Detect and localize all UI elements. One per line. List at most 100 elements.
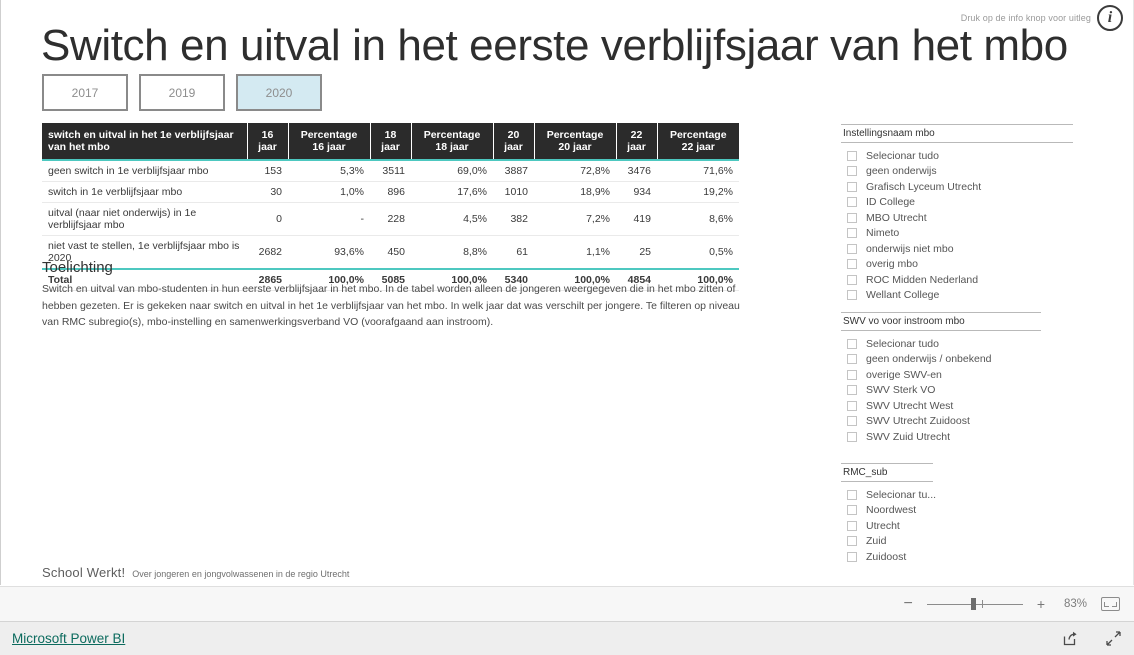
checkbox-icon[interactable] [847,505,857,516]
slicer-item[interactable]: Grafisch Lyceum Utrecht [841,179,1073,195]
checkbox-icon[interactable] [847,228,857,239]
checkbox-icon[interactable] [847,354,857,365]
cell-value: 69,0% [411,160,493,182]
checkbox-icon[interactable] [847,400,857,411]
checkbox-icon[interactable] [847,150,857,161]
slicer-item[interactable]: SWV Zuid Utrecht [841,429,1041,445]
slicer-rmc-sub: RMC_sub Selecionar tu... Noordwest Utrec… [841,463,936,565]
slicer-item[interactable]: overig mbo [841,257,1073,273]
cell-value: 3476 [616,160,657,182]
cell-value: 0,5% [657,235,739,270]
zoom-slider[interactable] [926,597,1023,611]
checkbox-icon[interactable] [847,197,857,208]
slicer-item-label: Utrecht [866,519,900,532]
checkbox-icon[interactable] [847,181,857,192]
slicer-item[interactable]: Selecionar tu... [841,487,936,503]
slicer-item[interactable]: geen onderwijs [841,164,1073,180]
year-button-2019[interactable]: 2019 [139,74,225,111]
slicer-item-label: SWV Zuid Utrecht [866,430,951,443]
table-row[interactable]: switch in 1e verblijfsjaar mbo 30 1,0% 8… [42,181,739,203]
fullscreen-expand-icon[interactable] [1105,630,1122,647]
checkbox-icon[interactable] [847,243,857,254]
slicer-item[interactable]: SWV Utrecht Zuidoost [841,414,1041,430]
column-header-16jaar[interactable]: 16 jaar [247,123,289,160]
powerbi-link[interactable]: Microsoft Power BI [12,631,125,646]
cell-value: 153 [247,160,288,182]
checkbox-icon[interactable] [847,489,857,500]
year-button-label: 2019 [168,85,196,100]
slicer-item[interactable]: Selecionar tudo [841,336,1041,352]
checkbox-icon[interactable] [847,212,857,223]
cell-value: 4,5% [411,202,493,236]
checkbox-icon[interactable] [847,166,857,177]
checkbox-icon[interactable] [847,431,857,442]
matrix-table: switch en uitval in het 1e verblijfsjaar… [42,123,739,291]
column-header-22jaar[interactable]: 22 jaar [616,123,658,160]
checkbox-icon[interactable] [847,520,857,531]
column-header-measure[interactable]: switch en uitval in het 1e verblijfsjaar… [42,123,248,160]
slicer-header[interactable]: SWV vo voor instroom mbo [841,312,1041,331]
year-button-2020[interactable]: 2020 [236,74,322,111]
slicer-item[interactable]: ROC Midden Nederland [841,272,1073,288]
table-row[interactable]: uitval (naar niet onderwijs) in 1e verbl… [42,202,739,236]
checkbox-icon[interactable] [847,290,857,301]
checkbox-icon[interactable] [847,338,857,349]
column-header-pct22jaar[interactable]: Percentage 22 jaar [657,123,739,160]
cell-value: 934 [616,181,657,203]
slicer-item-label: Noordwest [866,504,917,517]
cell-value: 93,6% [288,235,370,270]
slicer-item[interactable]: onderwijs niet mbo [841,241,1073,257]
slicer-item-label: Selecionar tudo [866,149,939,162]
slicer-item[interactable]: Wellant College [841,288,1073,304]
checkbox-icon[interactable] [847,274,857,285]
cell-value: 71,6% [657,160,739,182]
checkbox-icon[interactable] [847,369,857,380]
fit-to-page-icon[interactable] [1101,597,1120,611]
slicer-item-label: ID College [866,196,916,209]
column-header-18jaar[interactable]: 18 jaar [370,123,412,160]
cell-value: 72,8% [534,160,616,182]
checkbox-icon[interactable] [847,385,857,396]
zoom-level-label: 83% [1063,598,1087,610]
slicer-item[interactable]: ID College [841,195,1073,211]
cell-value: 3511 [370,160,411,182]
zoom-slider-thumb[interactable] [970,598,976,610]
slicer-header[interactable]: Instellingsnaam mbo [841,124,1073,143]
share-icon[interactable] [1062,630,1079,647]
slicer-item[interactable]: SWV Utrecht West [841,398,1041,414]
slicer-item[interactable]: overige SWV-en [841,367,1041,383]
column-header-pct16jaar[interactable]: Percentage 16 jaar [288,123,371,160]
zoom-out-button[interactable]: − [903,596,912,612]
report-canvas: Druk op de info knop voor uitleg i Switc… [0,0,1134,585]
slicer-item[interactable]: Zuidoost [841,549,933,565]
slicer-item[interactable]: SWV Sterk VO [841,383,1041,399]
checkbox-icon[interactable] [847,259,857,270]
checkbox-icon[interactable] [847,416,857,427]
slicer-item[interactable]: Noordwest [841,503,933,519]
slicer-item[interactable]: Utrecht [841,518,933,534]
slicer-item-label: Selecionar tudo [866,337,939,350]
year-button-2017[interactable]: 2017 [42,74,128,111]
column-header-20jaar[interactable]: 20 jaar [493,123,535,160]
column-header-pct18jaar[interactable]: Percentage 18 jaar [411,123,494,160]
cell-value: 3887 [493,160,534,182]
slicer-item[interactable]: geen onderwijs / onbekend [841,352,1041,368]
table-row[interactable]: geen switch in 1e verblijfsjaar mbo 153 … [42,160,739,182]
slicer-item-label: SWV Utrecht Zuidoost [866,415,970,428]
checkbox-icon[interactable] [847,536,857,547]
zoom-in-button[interactable]: + [1037,597,1045,611]
slicer-item[interactable]: Selecionar tudo [841,148,1073,164]
cell-label: uitval (naar niet onderwijs) in 1e verbl… [42,202,247,236]
column-header-pct20jaar[interactable]: Percentage 20 jaar [534,123,617,160]
cell-value: 1,1% [534,235,616,270]
info-circle-icon[interactable]: i [1097,5,1123,31]
cell-value: 896 [370,181,411,203]
slicer-item[interactable]: MBO Utrecht [841,210,1073,226]
slicer-item[interactable]: Nimeto [841,226,1073,242]
table-row[interactable]: niet vast te stellen, 1e verblijfsjaar m… [42,235,739,270]
slicer-header[interactable]: RMC_sub [841,463,933,482]
slicer-item[interactable]: Zuid [841,534,933,550]
checkbox-icon[interactable] [847,551,857,562]
slicer-item-list: Selecionar tudo geen onderwijs Grafisch … [841,148,1073,303]
cell-value: 30 [247,181,288,203]
